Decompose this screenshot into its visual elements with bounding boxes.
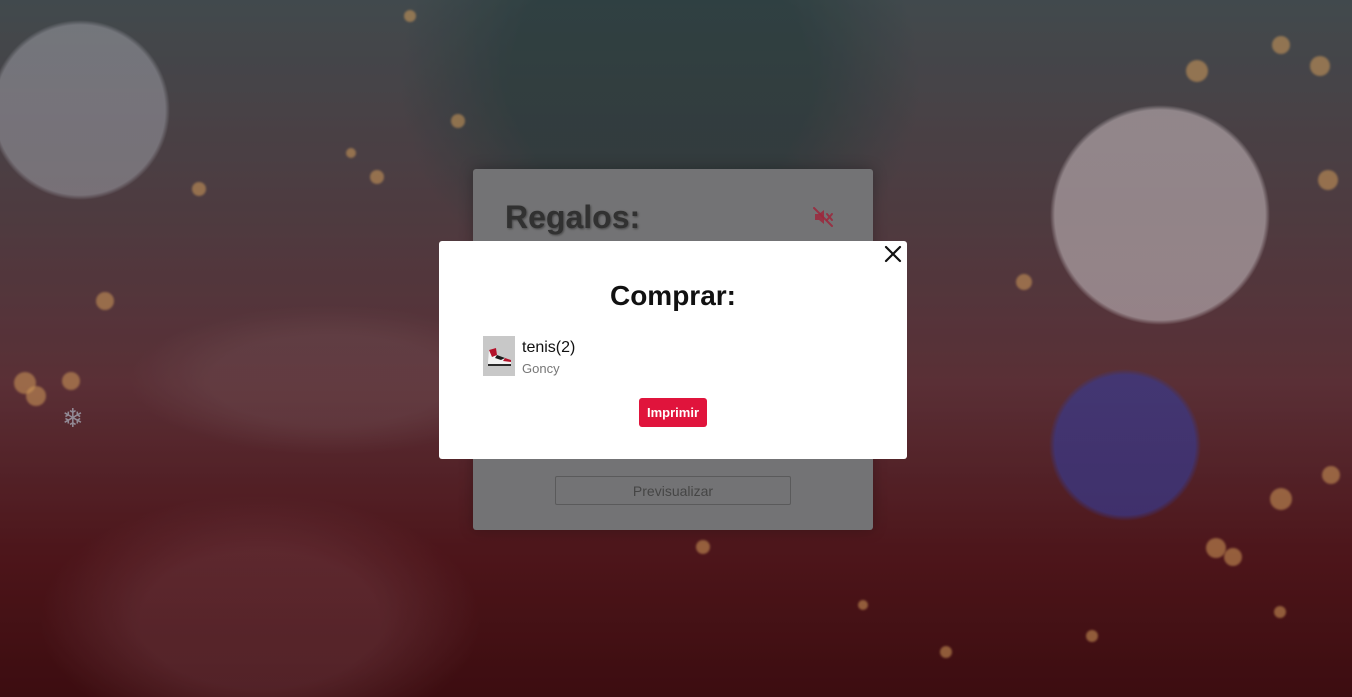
sneaker-thumbnail xyxy=(483,336,515,376)
list-item: tenis(2) Goncy xyxy=(483,336,575,376)
item-recipient: Goncy xyxy=(522,361,560,376)
item-name: tenis(2) xyxy=(522,339,576,356)
purchase-modal: Comprar: tenis(2) Goncy Imprimir xyxy=(439,241,907,459)
modal-title: Comprar: xyxy=(609,280,736,311)
print-button[interactable]: Imprimir xyxy=(639,398,707,427)
item-details: tenis(2) Goncy xyxy=(522,339,575,376)
close-icon[interactable] xyxy=(882,243,904,265)
